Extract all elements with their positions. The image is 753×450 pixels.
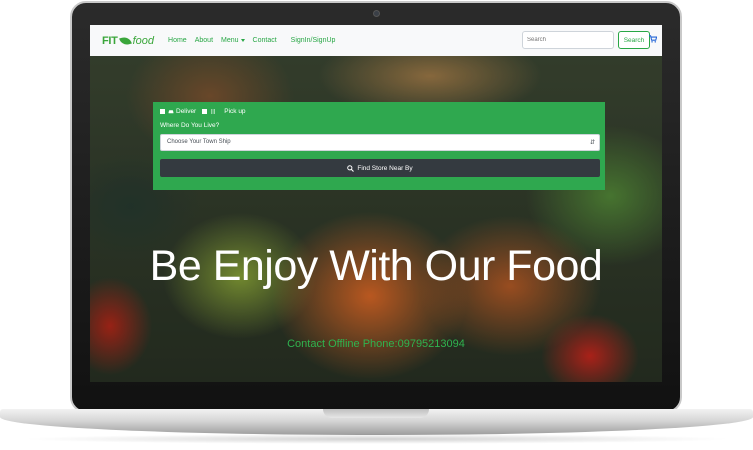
deliver-checkbox[interactable] bbox=[160, 108, 165, 114]
township-select-value: Choose Your Town Ship bbox=[167, 139, 231, 145]
brand-fit-text: FIT bbox=[102, 34, 118, 47]
webcam bbox=[373, 10, 380, 17]
find-store-button[interactable]: Find Store Near By bbox=[160, 159, 600, 177]
township-select[interactable]: Choose Your Town Ship ⇵ bbox=[160, 134, 600, 151]
select-chevron-icon: ⇵ bbox=[589, 140, 595, 146]
pickup-checkbox[interactable] bbox=[202, 108, 208, 114]
leaf-icon bbox=[118, 35, 132, 46]
pickup-label: Pick up bbox=[224, 107, 246, 115]
nav-link-signin[interactable]: SignIn/SignUp bbox=[291, 37, 336, 44]
navbar: FIT food Home About Menu Contact SignIn/… bbox=[90, 25, 662, 56]
delivery-options: Deliver Pick up bbox=[160, 106, 598, 116]
caret-down-icon bbox=[240, 38, 245, 42]
search-button[interactable]: Search bbox=[618, 31, 650, 49]
laptop-shadow bbox=[20, 434, 733, 444]
brand-food-text: food bbox=[132, 34, 155, 47]
deliver-label: Deliver bbox=[176, 107, 197, 115]
find-store-label: Find Store Near By bbox=[357, 164, 413, 172]
nav-link-menu[interactable]: Menu bbox=[221, 37, 245, 44]
hero-contact-phone: Contact Offline Phone:09795213094 bbox=[287, 338, 465, 350]
brand-logo[interactable]: FIT food bbox=[102, 35, 154, 47]
nav-link-about[interactable]: About bbox=[195, 37, 213, 44]
location-label: Where Do You Live? bbox=[160, 122, 220, 129]
browser-viewport: FIT food Home About Menu Contact SignIn/… bbox=[90, 25, 662, 382]
nav-link-contact[interactable]: Contact bbox=[253, 37, 277, 44]
nav-link-menu-label: Menu bbox=[221, 37, 239, 44]
car-icon bbox=[168, 109, 174, 113]
cart-icon[interactable] bbox=[649, 35, 657, 43]
hero-section: Deliver Pick up Where Do You Live? Choos… bbox=[90, 56, 662, 382]
cutlery-icon bbox=[211, 108, 215, 114]
search-input[interactable] bbox=[522, 31, 614, 49]
laptop-opening-notch bbox=[323, 409, 429, 418]
nav-link-home[interactable]: Home bbox=[168, 37, 187, 44]
search-icon bbox=[347, 164, 355, 172]
order-form-panel: Deliver Pick up Where Do You Live? Choos… bbox=[153, 102, 605, 190]
hero-headline: Be Enjoy With Our Food bbox=[149, 242, 603, 290]
